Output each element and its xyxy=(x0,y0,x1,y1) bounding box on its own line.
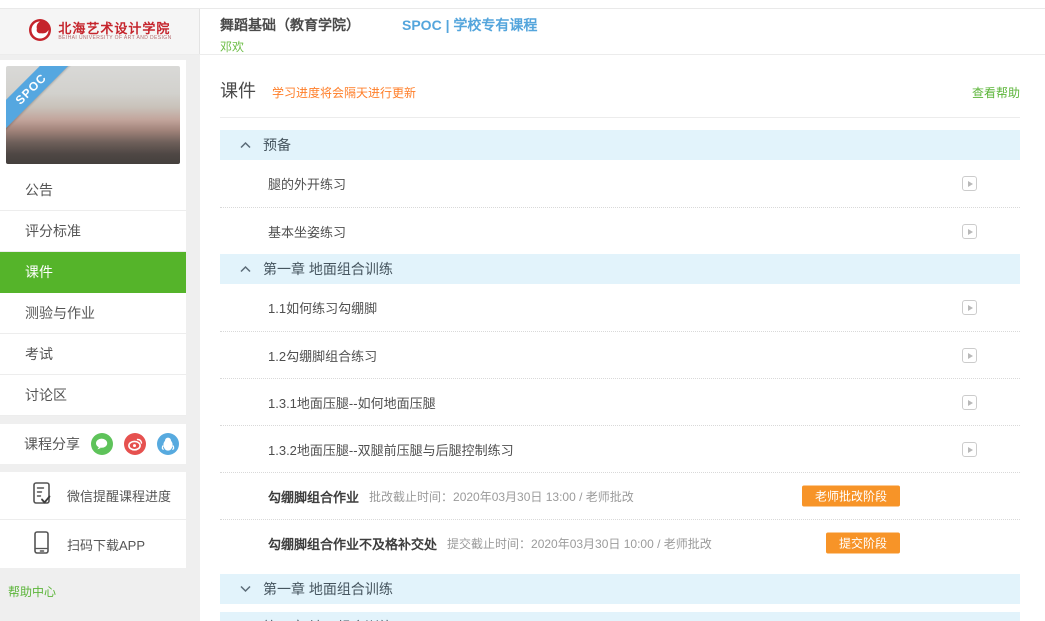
section-title: 第一章 地面组合训练 xyxy=(263,581,393,597)
video-play-icon[interactable] xyxy=(962,394,977,410)
scan-download-app-label: 扫码下载APP xyxy=(67,537,146,553)
courseware-row-video[interactable]: 腿的外开练习 xyxy=(220,160,1020,207)
stage-badge: 提交阶段 xyxy=(825,532,900,554)
app-window: 北海艺术设计学院 BEIHAI UNIVERSITY OF ART AND DE… xyxy=(0,0,1045,621)
video-play-icon[interactable] xyxy=(962,347,977,363)
course-cover-card: SPOC xyxy=(0,60,186,170)
school-logo-text: 北海艺术设计学院 BEIHAI UNIVERSITY OF ART AND DE… xyxy=(58,20,172,42)
sidebar-item-exams[interactable]: 考试 xyxy=(0,334,186,375)
courseware-sections: 预备 腿的外开练习 基本坐姿练习 第一章 地面组合训练 1.1如何练习勾绷脚 1… xyxy=(220,130,1020,621)
sidebar-item-discussion[interactable]: 讨论区 xyxy=(0,375,186,416)
courseware-row-video[interactable]: 1.2勾绷脚组合练习 xyxy=(220,331,1020,378)
wechat-progress-reminder-label: 微信提醒课程进度 xyxy=(67,489,172,504)
header: 北海艺术设计学院 BEIHAI UNIVERSITY OF ART AND DE… xyxy=(0,8,1045,55)
courseware-row-video[interactable]: 1.3.2地面压腿--双腿前压腿与后腿控制练习 xyxy=(220,425,1020,472)
section-chapter1: 第一章 地面组合训练 1.1如何练习勾绷脚 1.2勾绷脚组合练习 1.3.1地面… xyxy=(220,254,1020,566)
stage-badge: 老师批改阶段 xyxy=(801,485,900,507)
document-check-icon xyxy=(30,481,54,510)
sidebar-item-quizzes-homework[interactable]: 测验与作业 xyxy=(0,293,186,334)
view-help-link[interactable]: 查看帮助 xyxy=(972,84,1020,101)
sidebar-tools-card: 微信提醒课程进度 扫码下载APP xyxy=(0,472,186,568)
video-play-icon[interactable] xyxy=(962,300,977,315)
video-play-icon[interactable] xyxy=(962,176,977,191)
progress-update-notice: 学习进度将会隔天进行更新 xyxy=(272,86,417,100)
row-title: 1.2勾绷脚组合练习 xyxy=(268,348,378,364)
section-header-collapsed[interactable]: 第一章 地面组合训练 xyxy=(220,574,1020,604)
qq-share-icon[interactable] xyxy=(157,433,179,455)
mobile-phone-icon xyxy=(30,530,54,559)
row-title: 腿的外开练习 xyxy=(268,177,347,192)
sidebar-menu: 公告 评分标准 课件 测验与作业 考试 讨论区 xyxy=(0,170,186,416)
main-header: 课件 学习进度将会隔天进行更新 查看帮助 xyxy=(220,77,1020,103)
header-logo-area: 北海艺术设计学院 BEIHAI UNIVERSITY OF ART AND DE… xyxy=(0,9,200,54)
courseware-row-video[interactable]: 1.3.1地面压腿--如何地面压腿 xyxy=(220,378,1020,425)
course-share-card: 课程分享 xyxy=(0,424,186,464)
page-title: 课件 xyxy=(220,81,256,101)
sidebar: SPOC 公告 评分标准 课件 测验与作业 考试 讨论区 课程分享 微信提醒课程… xyxy=(0,55,200,621)
chevron-up-icon xyxy=(240,141,251,149)
sidebar-item-announcements[interactable]: 公告 xyxy=(0,170,186,211)
main-divider xyxy=(220,117,1020,118)
courseware-row-homework[interactable]: 勾绷脚组合作业不及格补交处 提交截止时间：2020年03月30日 10:00 /… xyxy=(220,519,1020,566)
sidebar-item-grading-criteria[interactable]: 评分标准 xyxy=(0,211,186,252)
homework-title: 勾绷脚组合作业不及格补交处 xyxy=(268,536,438,552)
school-name-en: BEIHAI UNIVERSITY OF ART AND DESIGN xyxy=(58,34,172,41)
courseware-row-video[interactable]: 1.1如何练习勾绷脚 xyxy=(220,284,1020,331)
help-center-link[interactable]: 帮助中心 xyxy=(8,583,56,600)
homework-deadline: 提交截止时间：2020年03月30日 10:00 / 老师批改 xyxy=(447,536,712,551)
video-play-icon[interactable] xyxy=(962,441,977,457)
sidebar-item-courseware[interactable]: 课件 xyxy=(0,252,186,293)
main-panel: 课件 学习进度将会隔天进行更新 查看帮助 预备 腿的外开练习 基本坐姿练习 第一… xyxy=(200,55,1045,621)
scan-download-app[interactable]: 扫码下载APP xyxy=(0,520,186,568)
section-chapter1-collapsed: 第一章 地面组合训练 xyxy=(220,612,1020,621)
school-logo-swirl-icon xyxy=(27,17,53,46)
header-course-area: 舞蹈基础（教育学院） SPOC | 学校专有课程 邓欢 xyxy=(200,9,1045,54)
course-type-link[interactable]: SPOC | 学校专有课程 xyxy=(402,15,537,35)
row-title: 1.1如何练习勾绷脚 xyxy=(268,301,378,316)
section-title: 第一章 地面组合训练 xyxy=(263,617,393,621)
chevron-down-icon xyxy=(240,585,251,593)
section-preparation: 预备 腿的外开练习 基本坐姿练习 xyxy=(220,130,1020,254)
section-header-preparation[interactable]: 预备 xyxy=(220,130,1020,160)
row-title: 1.3.2地面压腿--双腿前压腿与后腿控制练习 xyxy=(268,442,514,458)
section-chapter1-collapsed: 第一章 地面组合训练 xyxy=(220,574,1020,604)
content-row: SPOC 公告 评分标准 课件 测验与作业 考试 讨论区 课程分享 微信提醒课程… xyxy=(0,55,1045,621)
username[interactable]: 邓欢 xyxy=(220,38,1045,55)
course-share-label: 课程分享 xyxy=(24,436,80,452)
homework-deadline: 批改截止时间：2020年03月30日 13:00 / 老师批改 xyxy=(369,489,634,504)
top-strip xyxy=(0,0,1045,8)
school-name-cn: 北海艺术设计学院 xyxy=(58,20,171,36)
spoc-ribbon-badge: SPOC xyxy=(6,66,75,133)
course-line: 舞蹈基础（教育学院） SPOC | 学校专有课程 xyxy=(220,15,1045,35)
section-title: 预备 xyxy=(263,137,291,153)
wechat-share-icon[interactable] xyxy=(91,433,113,455)
chevron-up-icon xyxy=(240,265,251,273)
course-cover-photo: SPOC xyxy=(6,66,180,164)
homework-title: 勾绷脚组合作业 xyxy=(268,489,360,505)
courseware-row-video[interactable]: 基本坐姿练习 xyxy=(220,207,1020,254)
weibo-share-icon[interactable] xyxy=(124,433,146,455)
course-title: 舞蹈基础（教育学院） xyxy=(220,17,360,33)
section-header-chapter1[interactable]: 第一章 地面组合训练 xyxy=(220,254,1020,284)
school-logo[interactable]: 北海艺术设计学院 BEIHAI UNIVERSITY OF ART AND DE… xyxy=(27,17,171,46)
courseware-row-homework[interactable]: 勾绷脚组合作业 批改截止时间：2020年03月30日 13:00 / 老师批改 … xyxy=(220,472,1020,519)
section-title: 第一章 地面组合训练 xyxy=(263,261,393,277)
wechat-progress-reminder[interactable]: 微信提醒课程进度 xyxy=(0,472,186,520)
video-play-icon[interactable] xyxy=(962,223,977,239)
row-title: 1.3.1地面压腿--如何地面压腿 xyxy=(268,395,436,411)
section-header-collapsed[interactable]: 第一章 地面组合训练 xyxy=(220,612,1020,621)
row-title: 基本坐姿练习 xyxy=(268,224,347,240)
